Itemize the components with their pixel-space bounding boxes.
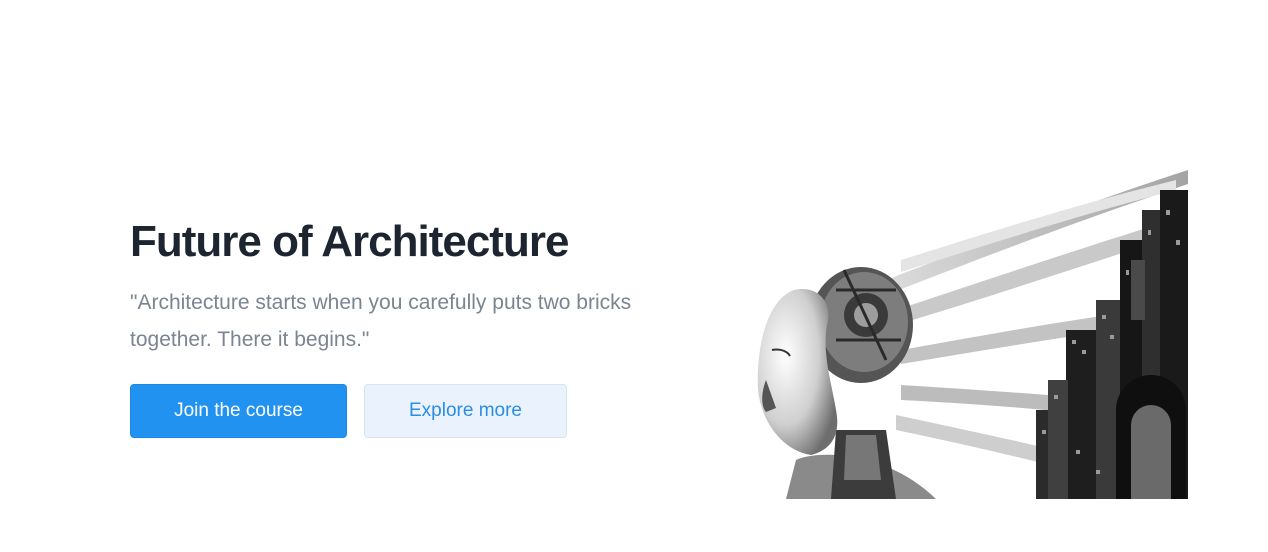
hero-content: Future of Architecture "Architecture sta… (130, 214, 690, 438)
robot-city-art (757, 170, 1188, 499)
city-skyline (1036, 190, 1188, 499)
join-course-button[interactable]: Join the course (130, 384, 347, 438)
hero-title: Future of Architecture (130, 217, 569, 266)
hero-quote: "Architecture starts when you carefully … (130, 291, 632, 351)
explore-more-button[interactable]: Explore more (364, 384, 567, 438)
hero-actions: Join the course Explore more (130, 384, 690, 438)
hero-section: Future of Architecture "Architecture sta… (0, 0, 1268, 552)
robot-city-illustration (736, 150, 1188, 499)
robot-head (757, 267, 936, 499)
